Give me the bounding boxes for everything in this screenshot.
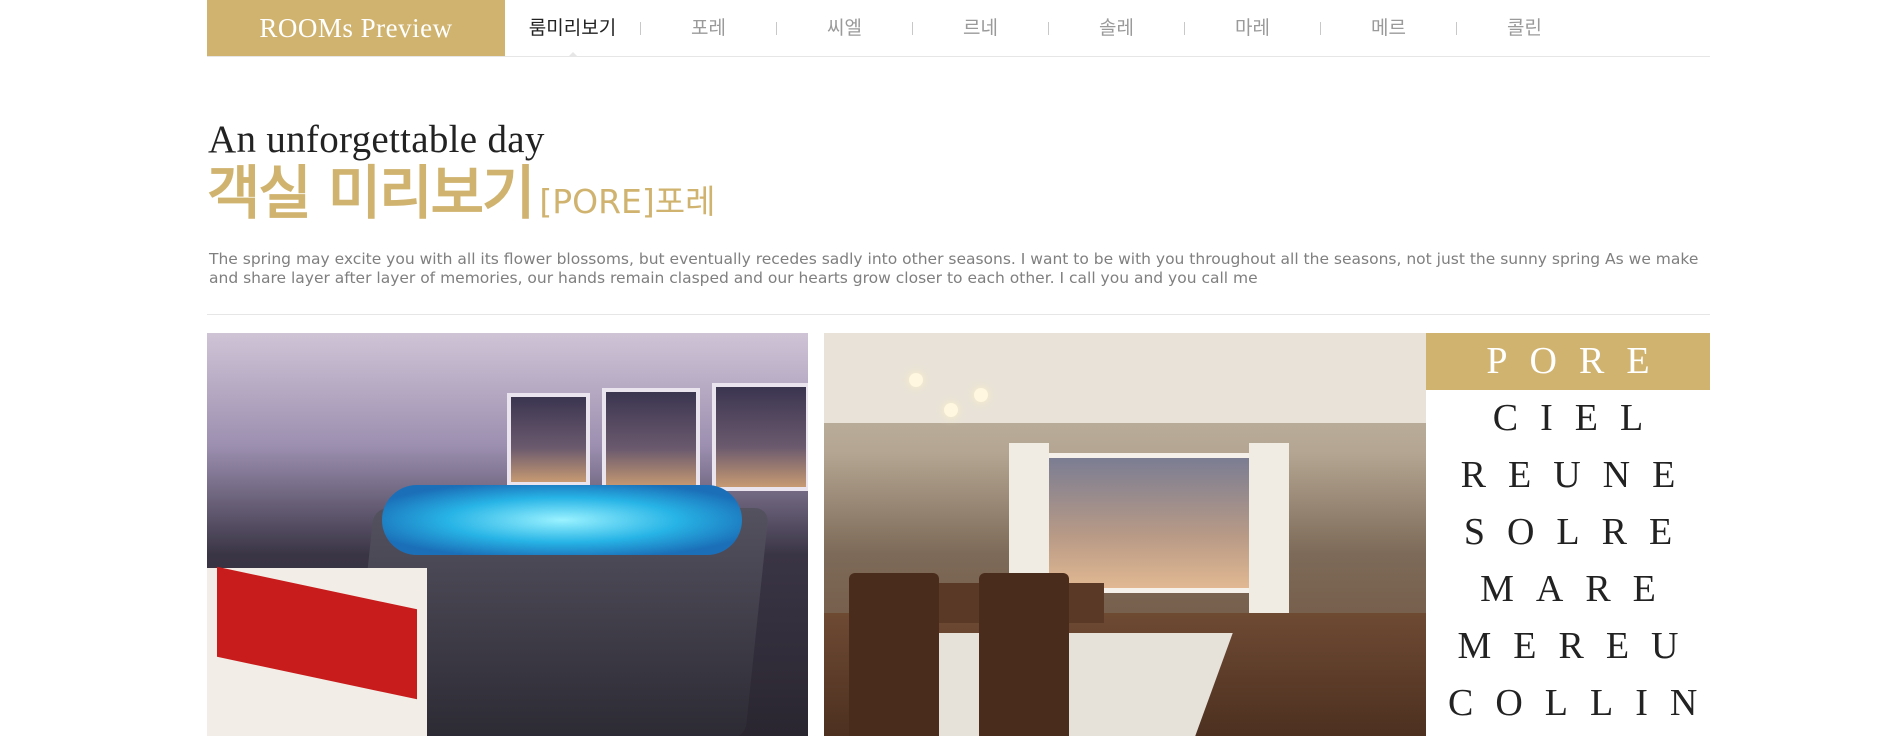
nav-item-collin[interactable]: 콜린 bbox=[1457, 0, 1592, 56]
nav-item-mereu[interactable]: 메르 bbox=[1321, 0, 1456, 56]
room-item-solre[interactable]: SOLRE bbox=[1426, 504, 1710, 561]
room-item-pore[interactable]: PORE bbox=[1426, 333, 1710, 390]
page-title: 객실 미리보기 bbox=[207, 159, 535, 227]
dining-chair bbox=[979, 573, 1069, 736]
room-description: The spring may excite you with all its f… bbox=[209, 250, 1699, 287]
pendant-lamp bbox=[909, 373, 923, 387]
window bbox=[602, 388, 700, 491]
room-item-reune[interactable]: REUNE bbox=[1426, 447, 1710, 504]
room-photo-living bbox=[824, 333, 1426, 736]
top-navigation-bar: ROOMs Preview 룸미리보기 포레 씨엘 르네 솔레 마레 메르 콜린 bbox=[207, 0, 1710, 57]
brand-logo[interactable]: ROOMs Preview bbox=[207, 0, 505, 56]
window bbox=[507, 393, 590, 486]
curtain bbox=[1249, 443, 1289, 613]
hot-tub-water bbox=[382, 485, 742, 555]
room-item-mare[interactable]: MARE bbox=[1426, 561, 1710, 618]
window bbox=[1044, 453, 1254, 593]
room-nav: 룸미리보기 포레 씨엘 르네 솔레 마레 메르 콜린 bbox=[505, 0, 1592, 57]
nav-item-ciel[interactable]: 씨엘 bbox=[777, 0, 912, 56]
pendant-lamp bbox=[944, 403, 958, 417]
room-item-collin[interactable]: COLLIN bbox=[1426, 675, 1710, 732]
dining-chair bbox=[849, 573, 939, 736]
room-list: PORE CIEL REUNE SOLRE MARE MEREU COLLIN bbox=[1426, 333, 1710, 732]
room-name-subtitle: [PORE]포레 bbox=[539, 182, 716, 221]
page: ROOMs Preview 룸미리보기 포레 씨엘 르네 솔레 마레 메르 콜린… bbox=[0, 0, 1902, 736]
nav-item-solre[interactable]: 솔레 bbox=[1049, 0, 1184, 56]
room-photo-jacuzzi bbox=[207, 333, 808, 736]
nav-item-reune[interactable]: 르네 bbox=[913, 0, 1048, 56]
window bbox=[712, 383, 808, 491]
room-item-mereu[interactable]: MEREU bbox=[1426, 618, 1710, 675]
page-title-row: 객실 미리보기 [PORE]포레 bbox=[207, 158, 715, 228]
room-item-ciel[interactable]: CIEL bbox=[1426, 390, 1710, 447]
nav-item-room-preview[interactable]: 룸미리보기 bbox=[505, 0, 640, 57]
nav-item-pore[interactable]: 포레 bbox=[641, 0, 776, 56]
nav-item-mare[interactable]: 마레 bbox=[1185, 0, 1320, 56]
pendant-lamp bbox=[974, 388, 988, 402]
tagline: An unforgettable day bbox=[208, 118, 545, 161]
section-divider bbox=[207, 314, 1710, 315]
